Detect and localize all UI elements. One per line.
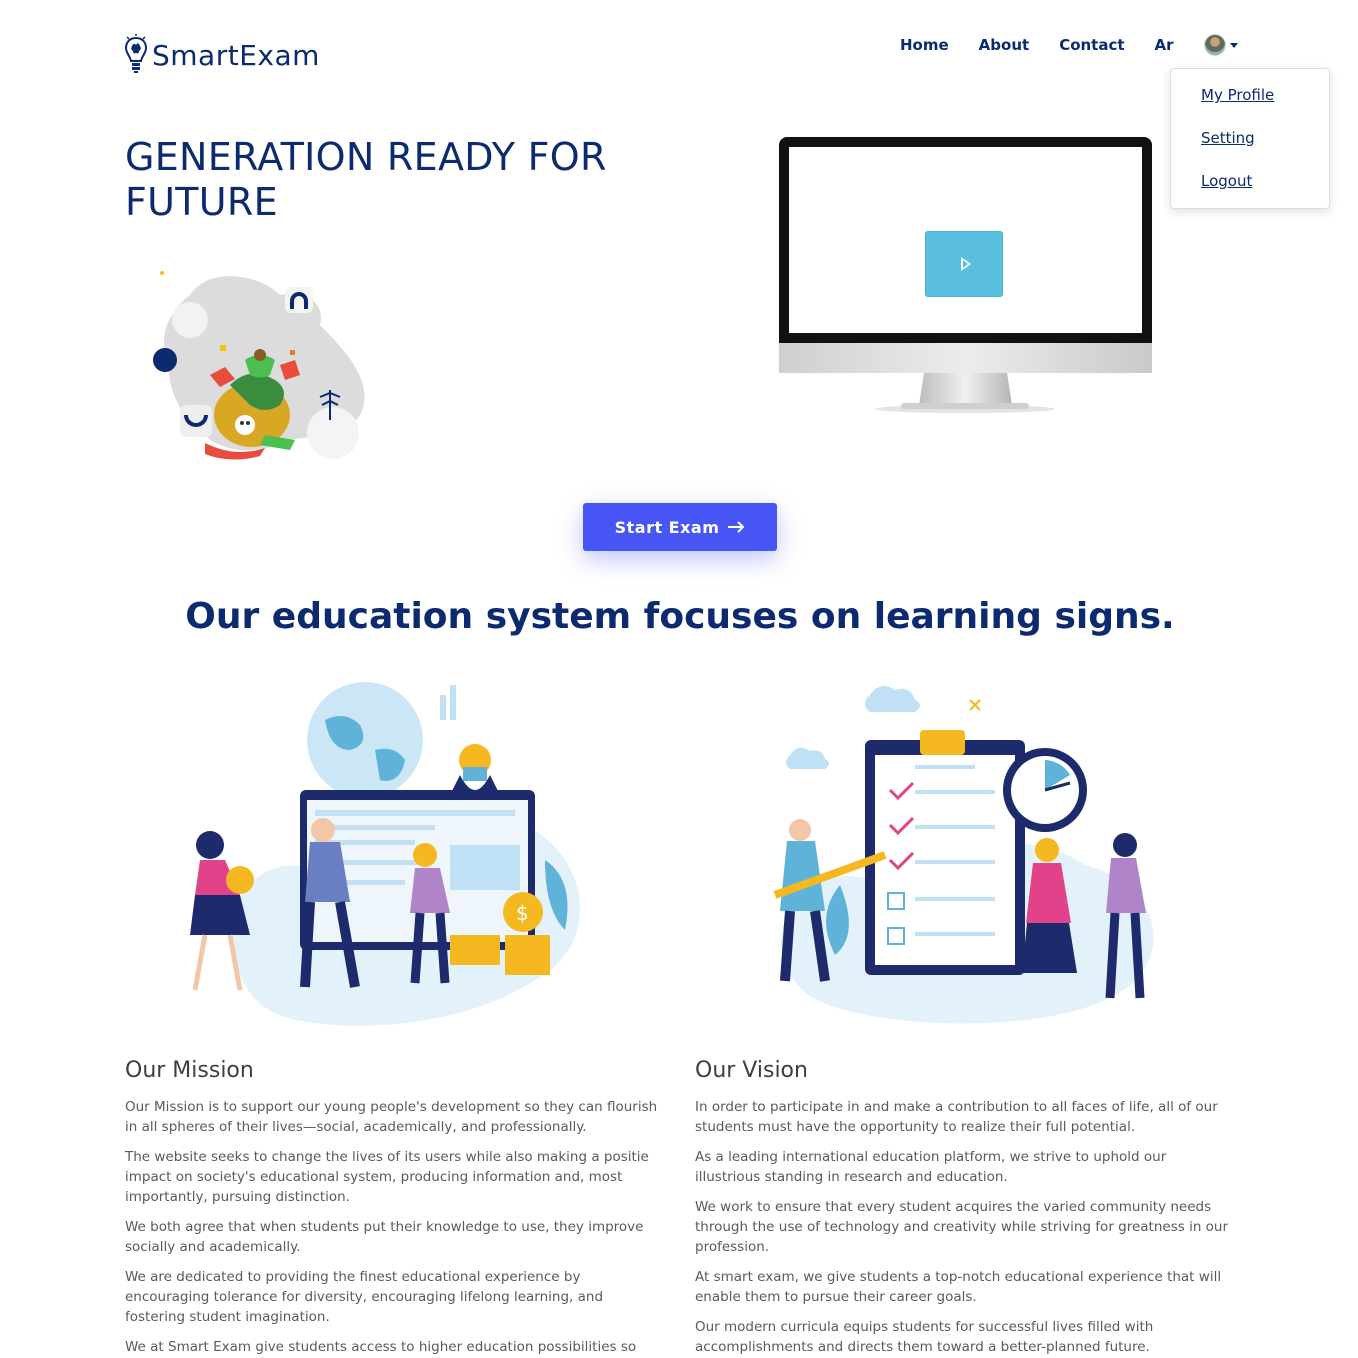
start-exam-label: Start Exam: [614, 517, 720, 537]
vision-paragraph: We work to ensure that every student acq…: [695, 1199, 1229, 1255]
mission-section: Our Mission Our Mission is to support ou…: [125, 1058, 665, 1358]
mission-paragraph: We both agree that when students put the…: [125, 1219, 644, 1255]
nav-contact[interactable]: Contact: [1059, 36, 1124, 54]
main-nav: Home About Contact Ar: [900, 34, 1238, 56]
nav-about[interactable]: About: [979, 36, 1030, 54]
menu-item-setting[interactable]: Setting: [1171, 126, 1329, 169]
brand-logo[interactable]: SmartExam: [124, 34, 320, 76]
arrow-right-icon: [728, 521, 745, 533]
svg-text:$: $: [516, 901, 529, 925]
user-dropdown-menu: My Profile Setting Logout: [1170, 68, 1330, 209]
video-monitor: [779, 137, 1152, 417]
vision-paragraph: Our modern curricula equips students for…: [695, 1319, 1154, 1355]
play-video-button[interactable]: [925, 231, 1003, 297]
vision-section: Our Vision In order to participate in an…: [695, 1058, 1235, 1358]
menu-item-logout[interactable]: Logout: [1171, 169, 1329, 212]
vision-paragraph: In order to participate in and make a co…: [695, 1099, 1218, 1135]
start-exam-button[interactable]: Start Exam: [583, 503, 777, 551]
nav-language-ar[interactable]: Ar: [1155, 36, 1174, 54]
mission-heading: Our Mission: [125, 1058, 254, 1083]
vision-illustration: [773, 686, 1154, 1024]
hero-illustration: [153, 271, 365, 460]
hero-title: GENERATION READY FOR FUTURE: [125, 135, 607, 224]
mission-paragraph: We are dedicated to providing the finest…: [125, 1269, 604, 1325]
nav-home[interactable]: Home: [900, 36, 949, 54]
menu-item-my-profile[interactable]: My Profile: [1171, 83, 1329, 126]
vision-paragraph: As a leading international education pla…: [695, 1149, 1167, 1185]
mission-paragraph: Our Mission is to support our young peop…: [125, 1099, 658, 1135]
user-menu-toggle[interactable]: [1203, 34, 1238, 56]
vision-paragraph: At smart exam, we give students a top-no…: [695, 1269, 1222, 1305]
vision-heading: Our Vision: [695, 1058, 808, 1083]
avatar: [1203, 34, 1226, 56]
mission-paragraph: We at Smart Exam give students access to…: [125, 1339, 637, 1355]
mission-illustration: $: [190, 682, 581, 1026]
play-icon: [961, 257, 971, 271]
caret-down-icon: [1229, 42, 1238, 48]
lightbulb-brain-icon: [124, 34, 148, 73]
section-title: Our education system focuses on learning…: [185, 596, 1175, 637]
brand-name: SmartExam: [152, 38, 320, 72]
mission-paragraph: The website seeks to change the lives of…: [125, 1149, 649, 1205]
